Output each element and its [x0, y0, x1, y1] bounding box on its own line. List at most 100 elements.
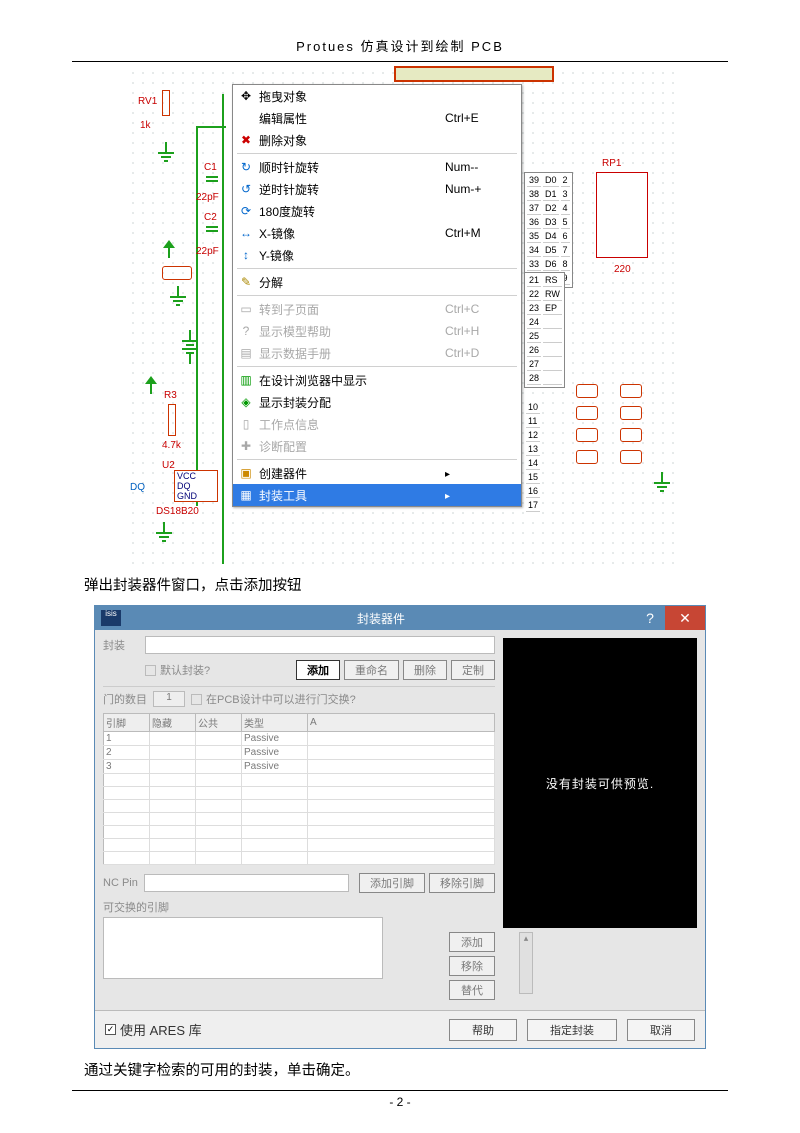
label-rp1: RP1 [602, 158, 621, 169]
push-button [576, 450, 598, 464]
ctx-drag[interactable]: ✥拖曳对象 [233, 85, 521, 107]
ctx-rotate-180[interactable]: ⟳180度旋转 [233, 200, 521, 222]
table-row[interactable] [104, 813, 495, 826]
mirror-x-icon: ↔ [237, 226, 255, 240]
push-button [620, 384, 642, 398]
assign-package-button[interactable]: 指定封装 [527, 1019, 617, 1041]
gnd-symbol [654, 472, 670, 492]
ctx-rotate-ccw[interactable]: ↺逆时针旋转Num-+ [233, 178, 521, 200]
push-button [620, 428, 642, 442]
ctx-packaging-tool[interactable]: ▦封装工具 [233, 484, 521, 506]
checkbox-default[interactable] [145, 665, 156, 676]
table-row[interactable] [104, 839, 495, 852]
label-default-pkg: 默认封装? [160, 662, 210, 678]
separator [237, 295, 517, 296]
swap-replace-button[interactable]: 替代 [449, 980, 495, 1000]
chip-pins-rs: 21RS 22RW 23EP 24 25 26 27 28 [524, 272, 565, 388]
label-rp1v: 220 [614, 264, 631, 275]
button-comp [162, 266, 192, 280]
create-icon: ▣ [237, 466, 255, 480]
pin-vcc: VCC [175, 471, 217, 481]
battery-symbol [182, 330, 198, 364]
rotate-ccw-icon: ↺ [237, 182, 255, 196]
ctx-rotate-cw[interactable]: ↻顺时针旋转Num-- [233, 156, 521, 178]
remove-pin-button[interactable]: 移除引脚 [429, 873, 495, 893]
swap-add-button[interactable]: 添加 [449, 932, 495, 952]
diag-icon: ✚ [237, 439, 255, 453]
table-row[interactable] [104, 800, 495, 813]
label-gateswap: 在PCB设计中可以进行门交换? [206, 691, 356, 707]
label-package: 封装 [103, 637, 145, 653]
swap-remove-button[interactable]: 移除 [449, 956, 495, 976]
gnd-symbol [158, 142, 174, 162]
table-row[interactable]: 1Passive [104, 732, 495, 746]
wand-icon: ✎ [237, 275, 255, 289]
res-r3 [168, 404, 176, 436]
row-default-add: 默认封装? 添加 重命名 删除 定制 [103, 660, 495, 680]
power-arrow [168, 246, 170, 258]
rotate-cw-icon: ↻ [237, 160, 255, 174]
table-row[interactable] [104, 826, 495, 839]
rotate-180-icon: ⟳ [237, 204, 255, 218]
swap-listbox[interactable] [103, 917, 383, 979]
package-icon: ◈ [237, 395, 255, 409]
close-button[interactable]: ✕ [665, 606, 705, 630]
package-combo[interactable] [145, 636, 495, 654]
table-row[interactable] [104, 852, 495, 865]
chip-pins-d: 39D02 38D13 37D24 36D35 35D46 34D57 33D6… [524, 172, 573, 288]
ctx-model-help: ?显示模型帮助Ctrl+H [233, 320, 521, 342]
checkbox-gateswap[interactable] [191, 694, 202, 705]
row-package: 封装 [103, 636, 495, 654]
table-row[interactable] [104, 774, 495, 787]
add-package-button[interactable]: 添加 [296, 660, 340, 680]
col-hidden: 隐藏 [150, 714, 196, 732]
swap-buttons: 添加 移除 替代 [445, 932, 495, 1004]
delete-icon: ✖ [237, 133, 255, 147]
label-rv1-val: 1k [140, 120, 151, 131]
ctx-oppoint: ▯工作点信息 [233, 413, 521, 435]
separator [237, 459, 517, 460]
ctx-delete[interactable]: ✖删除对象 [233, 129, 521, 151]
gnd-symbol [156, 522, 172, 542]
push-button [576, 428, 598, 442]
duplicate-button[interactable]: 定制 [451, 660, 495, 680]
label-ncpin: NC Pin [103, 877, 138, 889]
col-a: A [308, 714, 495, 732]
help-button[interactable]: 帮助 [449, 1019, 517, 1041]
header-rule [72, 61, 728, 62]
wire [196, 126, 198, 506]
gate-count-field[interactable]: 1 [153, 691, 185, 707]
remove-button[interactable]: 删除 [403, 660, 447, 680]
hierarchy-icon: ▭ [237, 302, 255, 316]
ctx-edit-properties[interactable]: 编辑属性Ctrl+E [233, 107, 521, 129]
label-c2: C2 [204, 212, 217, 223]
col-type: 类型 [242, 714, 308, 732]
cancel-button[interactable]: 取消 [627, 1019, 695, 1041]
ctx-mirror-x[interactable]: ↔X-镜像Ctrl+M [233, 222, 521, 244]
scrollbar[interactable] [519, 932, 533, 994]
label-rv1: RV1 [138, 96, 157, 107]
checkbox-useares[interactable]: ✓ [105, 1024, 116, 1035]
row-gatecount: 门的数目 1 在PCB设计中可以进行门交换? [103, 691, 495, 707]
table-row[interactable] [104, 787, 495, 800]
ctx-decompose[interactable]: ✎分解 [233, 271, 521, 293]
move-icon: ✥ [237, 89, 255, 103]
rename-button[interactable]: 重命名 [344, 660, 399, 680]
dialog-titlebar[interactable]: isis 封装器件 ? ✕ [95, 606, 705, 630]
browser-icon: ▥ [237, 373, 255, 387]
context-menu[interactable]: ✥拖曳对象 编辑属性Ctrl+E ✖删除对象 ↻顺时针旋转Num-- ↺逆时针旋… [232, 84, 522, 507]
table-row[interactable]: 3Passive [104, 760, 495, 774]
ctx-package-assign[interactable]: ◈显示封装分配 [233, 391, 521, 413]
ctx-datasheet: ▤显示数据手册Ctrl+D [233, 342, 521, 364]
ncpin-input[interactable] [144, 874, 349, 892]
ctx-show-in-browser[interactable]: ▥在设计浏览器中显示 [233, 369, 521, 391]
ctx-create-device[interactable]: ▣创建器件 [233, 462, 521, 484]
dialog-footer: ✓ 使用 ARES 库 帮助 指定封装 取消 [95, 1010, 705, 1048]
help-button[interactable]: ? [635, 610, 665, 626]
gnd-symbol [170, 286, 186, 306]
add-pin-button[interactable]: 添加引脚 [359, 873, 425, 893]
ctx-mirror-y[interactable]: ↕Y-镜像 [233, 244, 521, 266]
table-row[interactable]: 2Passive [104, 746, 495, 760]
label-u2: U2 [162, 460, 175, 471]
pin-table[interactable]: 引脚 隐藏 公共 类型 A 1Passive 2Passive 3Passive [103, 713, 495, 865]
